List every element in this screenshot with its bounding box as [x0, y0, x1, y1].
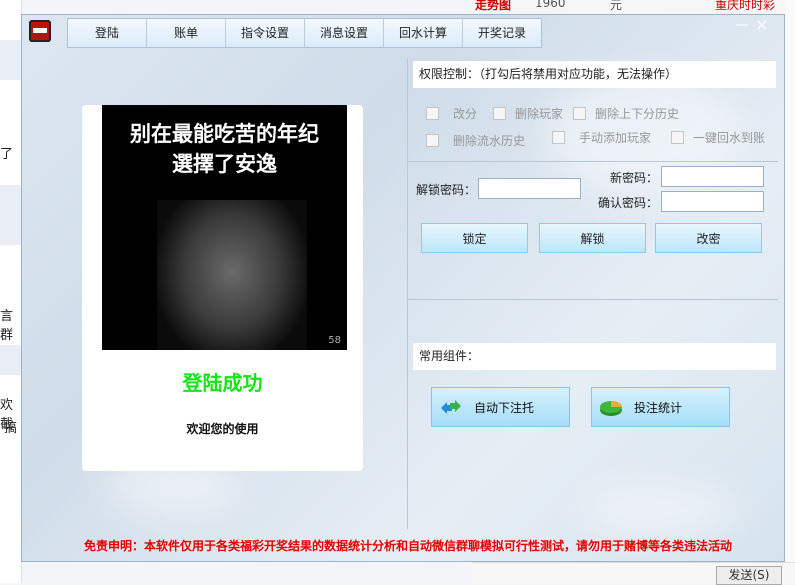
panel-divider [407, 59, 408, 529]
send-button[interactable]: 发送(S) [716, 566, 782, 585]
menu-rebate-calc[interactable]: 回水计算 [384, 19, 463, 47]
auto-bet-label: 自动下注托 [474, 400, 535, 415]
components-title: 常用组件： [413, 343, 776, 370]
checkbox-box [552, 131, 565, 144]
background-band [0, 185, 21, 245]
pie-chart-icon [600, 401, 622, 416]
checkbox-label: 删除上下分历史 [595, 107, 680, 121]
perm-checkbox-edit-score[interactable]: 改分 [426, 105, 477, 122]
background-text: 走势图 [475, 0, 512, 12]
background-band [0, 40, 21, 80]
login-status: 登陆成功 [182, 371, 263, 395]
main-menu: 登陆 账单 指令设置 消息设置 回水计算 开奖记录 [67, 18, 542, 48]
perm-checkbox-delete-flow-history[interactable]: 删除流水历史 [426, 132, 525, 149]
checkbox-label: 删除流水历史 [453, 134, 526, 148]
menu-login[interactable]: 登陆 [68, 19, 147, 47]
checkbox-box [671, 131, 684, 144]
robot-arrow-icon [441, 400, 461, 414]
app-logo-icon [29, 20, 51, 42]
image-caption-line: 别在最能吃苦的年纪 [130, 122, 319, 146]
section-divider [408, 299, 778, 300]
change-password-button[interactable]: 改密 [655, 223, 762, 253]
image-caption: 别在最能吃苦的年纪 選擇了安逸 [102, 119, 347, 179]
confirm-password-label: 确认密码： [598, 194, 658, 211]
checkbox-box [426, 107, 439, 120]
portrait-shape [157, 200, 307, 350]
checkbox-label: 一键回水到账 [693, 131, 766, 145]
lock-button[interactable]: 锁定 [421, 223, 528, 253]
welcome-text: 欢迎您的使用 [186, 422, 259, 436]
disclaimer-text: 免责申明：本软件仅用于各类福彩开奖结果的数据统计分析和自动微信群聊模拟可行性测试… [83, 539, 732, 553]
perm-checkbox-delete-player[interactable]: 删除玩家 [493, 105, 563, 122]
content-area: 别在最能吃苦的年纪 選擇了安逸 58 登陆成功 欢迎您的使用 权限控制：（打勾后… [38, 59, 778, 529]
login-card: 别在最能吃苦的年纪 選擇了安逸 58 登陆成功 欢迎您的使用 [82, 105, 363, 471]
bet-stats-label: 投注统计 [634, 400, 683, 415]
checkbox-label: 手动添加玩家 [579, 131, 652, 145]
background-text: 1960 [535, 0, 566, 10]
new-password-input[interactable] [661, 166, 764, 187]
main-window: 登陆 账单 指令设置 消息设置 回水计算 开奖记录 — × 别在最能吃苦的年纪 … [21, 14, 785, 562]
unlock-button[interactable]: 解锁 [539, 223, 646, 253]
background-text: 元 [610, 0, 623, 12]
new-password-label: 新密码： [610, 171, 659, 185]
confirm-password-prefix: 确 [598, 196, 611, 210]
background-text: 了 [0, 147, 14, 162]
background-text: 重庆时时彩 [715, 0, 776, 12]
background-window-top: 走势图 1960 元 重庆时时彩 [470, 0, 795, 15]
checkbox-box [426, 134, 439, 147]
section-divider [408, 161, 778, 162]
background-band [0, 345, 21, 375]
image-watermark: 58 [328, 335, 341, 346]
meme-image: 别在最能吃苦的年纪 選擇了安逸 58 [102, 105, 347, 350]
auto-bet-button[interactable]: 自动下注托 [431, 387, 570, 427]
perm-checkbox-delete-score-history[interactable]: 删除上下分历史 [573, 105, 679, 122]
checkbox-label: 删除玩家 [515, 107, 564, 121]
checkbox-label: 改分 [453, 107, 478, 121]
background-text: 搞 [4, 421, 18, 436]
menu-bills[interactable]: 账单 [147, 19, 226, 47]
perm-checkbox-add-player[interactable]: 手动添加玩家 [552, 129, 651, 146]
background-window-right [785, 0, 795, 583]
perm-checkbox-rebate[interactable]: 一键回水到账 [671, 129, 765, 146]
close-icon[interactable]: × [754, 17, 770, 33]
checkbox-box [493, 107, 506, 120]
unlock-password-input[interactable] [478, 178, 581, 199]
background-text: 言群 [0, 309, 14, 343]
background-window-left: 了 言群 欢截 搞 [0, 0, 22, 583]
menu-draw-records[interactable]: 开奖记录 [463, 19, 541, 47]
checkbox-box [573, 107, 586, 120]
bet-stats-button[interactable]: 投注统计 [591, 387, 730, 427]
unlock-password-label: 解锁密码： [416, 183, 477, 197]
permission-title: 权限控制：（打勾后将禁用对应功能，无法操作） [413, 61, 776, 88]
confirm-password-text: 认密码： [610, 196, 659, 210]
menu-command-settings[interactable]: 指令设置 [226, 19, 305, 47]
minimize-icon[interactable]: — [734, 17, 750, 33]
image-caption-line: 選擇了安逸 [172, 152, 277, 176]
menu-message-settings[interactable]: 消息设置 [305, 19, 384, 47]
confirm-password-input[interactable] [661, 191, 764, 212]
